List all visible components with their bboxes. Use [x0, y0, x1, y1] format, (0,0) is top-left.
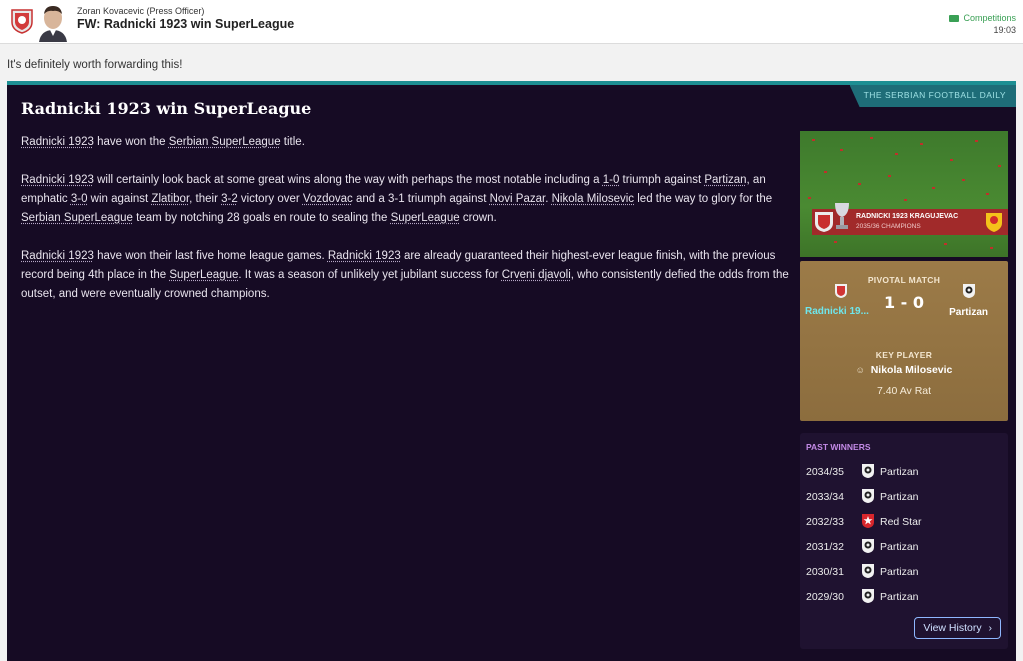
- partizan-badge-icon: [861, 488, 875, 504]
- club-link[interactable]: Radnicki 1923: [21, 250, 94, 262]
- match-link[interactable]: 1-0: [603, 174, 620, 186]
- winner-row[interactable]: 2029/30 Partizan: [806, 585, 1001, 610]
- past-winners-panel: PAST WINNERS 2034/35 Partizan 2033/34 Pa…: [800, 433, 1008, 649]
- club-link[interactable]: Partizan: [704, 174, 746, 186]
- text: team by notching 28 goals en route to se…: [133, 212, 391, 224]
- text: will certainly look back at some great w…: [94, 174, 603, 186]
- news-article: THE SERBIAN FOOTBALL DAILY Radnicki 1923…: [7, 81, 1016, 661]
- winner-club: Partizan: [880, 591, 919, 603]
- article-paragraph: Radnicki 1923 have won the Serbian Super…: [21, 133, 791, 152]
- winner-club: Partizan: [880, 541, 919, 553]
- chevron-right-icon: ›: [989, 622, 993, 634]
- message-subject: FW: Radnicki 1923 win SuperLeague: [77, 17, 294, 31]
- past-winners-title: PAST WINNERS: [806, 442, 871, 452]
- text: triumph against: [619, 174, 704, 186]
- match-link[interactable]: 3-2: [221, 193, 238, 205]
- text: led the way to glory for the: [634, 193, 772, 205]
- winner-club: Partizan: [880, 566, 919, 578]
- message-time: 19:03: [993, 25, 1016, 35]
- season: 2031/32: [806, 541, 844, 553]
- celebration-photo: RADNICKI 1923 KRAGUJEVAC 2035/36 CHAMPIO…: [800, 131, 1008, 257]
- key-player-label: KEY PLAYER: [800, 350, 1008, 360]
- text: crown.: [460, 212, 497, 224]
- key-player-name: Nikola Milosevic: [871, 364, 953, 376]
- away-team[interactable]: Partizan: [949, 307, 988, 318]
- winner-row[interactable]: 2031/32 Partizan: [806, 535, 1001, 560]
- winner-row[interactable]: 2033/34 Partizan: [806, 485, 1001, 510]
- champions-banner: RADNICKI 1923 KRAGUJEVAC 2035/36 CHAMPIO…: [812, 209, 1008, 235]
- article-sidebar: RADNICKI 1923 KRAGUJEVAC 2035/36 CHAMPIO…: [800, 131, 1008, 649]
- person-icon: ☺: [856, 365, 865, 375]
- club-link[interactable]: Radnicki 1923: [21, 136, 94, 148]
- key-player[interactable]: ☺ Nikola Milosevic: [800, 364, 1008, 376]
- winner-row[interactable]: 2030/31 Partizan: [806, 560, 1001, 585]
- sender-name: Zoran Kovacevic (Press Officer): [77, 6, 204, 16]
- partizan-badge-icon: [861, 588, 875, 604]
- winner-row[interactable]: 2034/35 Partizan: [806, 460, 1001, 485]
- text: title.: [281, 136, 305, 148]
- tag-icon: [949, 15, 959, 22]
- text: and a 3-1 triumph against: [353, 193, 490, 205]
- winner-row[interactable]: 2032/33 Red Star: [806, 510, 1001, 535]
- competition-link[interactable]: Serbian SuperLeague: [169, 136, 281, 148]
- view-history-button[interactable]: View History ›: [914, 617, 1001, 639]
- club-nickname-link[interactable]: Crveni djavoli: [502, 269, 571, 281]
- avatar[interactable]: [36, 2, 70, 42]
- trophy-icon: [832, 201, 852, 233]
- club-link[interactable]: Zlatibor: [151, 193, 189, 205]
- club-link[interactable]: Radnicki 1923: [328, 250, 401, 262]
- article-paragraph: Radnicki 1923 will certainly look back a…: [21, 171, 791, 228]
- partizan-badge-icon: [861, 463, 875, 479]
- view-history-label: View History: [923, 622, 981, 634]
- club-badge-icon: [814, 211, 834, 233]
- key-player-rating: 7.40 Av Rat: [800, 385, 1008, 397]
- winner-club: Red Star: [880, 516, 921, 528]
- text: victory over: [238, 193, 303, 205]
- season: 2033/34: [806, 491, 844, 503]
- player-link[interactable]: Nikola Milosevic: [552, 193, 634, 205]
- match-link[interactable]: 3-0: [71, 193, 88, 205]
- league-logo-icon: [984, 211, 1004, 233]
- season: 2034/35: [806, 466, 844, 478]
- banner-subtitle: 2035/36 CHAMPIONS: [856, 223, 921, 230]
- season: 2030/31: [806, 566, 844, 578]
- winner-club: Partizan: [880, 491, 919, 503]
- text: win against: [87, 193, 151, 205]
- competition-link[interactable]: SuperLeague: [391, 212, 460, 224]
- home-team[interactable]: Radnicki 19...: [805, 306, 869, 317]
- pivotal-match-panel[interactable]: PIVOTAL MATCH 1 - 0 Radnicki 19... Parti…: [800, 261, 1008, 421]
- red-star-badge-icon: [861, 513, 875, 529]
- winner-club: Partizan: [880, 466, 919, 478]
- season: 2032/33: [806, 516, 844, 528]
- category-text: Competitions: [963, 13, 1016, 23]
- category-label[interactable]: Competitions: [949, 13, 1016, 23]
- text: . It was a season of unlikely yet jubila…: [238, 269, 501, 281]
- pivotal-match-label: PIVOTAL MATCH: [800, 275, 1008, 285]
- competition-link[interactable]: Serbian SuperLeague: [21, 212, 133, 224]
- club-link[interactable]: Vozdovac: [303, 193, 353, 205]
- text: , their: [189, 193, 221, 205]
- partizan-badge-icon: [861, 538, 875, 554]
- article-headline: Radnicki 1923 win SuperLeague: [21, 99, 311, 118]
- season: 2029/30: [806, 591, 844, 603]
- text: have won their last five home league gam…: [94, 250, 328, 262]
- text: have won the: [94, 136, 169, 148]
- newspaper-source: THE SERBIAN FOOTBALL DAILY: [850, 85, 1016, 107]
- banner-title: RADNICKI 1923 KRAGUJEVAC: [856, 213, 958, 220]
- article-paragraph: Radnicki 1923 have won their last five h…: [21, 247, 791, 304]
- club-link[interactable]: Novi Pazar: [490, 193, 546, 205]
- club-link[interactable]: Radnicki 1923: [21, 174, 94, 186]
- message-text: It's definitely worth forwarding this!: [7, 59, 182, 71]
- message-header: Zoran Kovacevic (Press Officer) FW: Radn…: [0, 0, 1023, 44]
- club-badge-icon: [10, 8, 34, 34]
- competition-link[interactable]: SuperLeague: [169, 269, 238, 281]
- article-body: Radnicki 1923 have won the Serbian Super…: [21, 133, 791, 323]
- partizan-badge-icon: [861, 563, 875, 579]
